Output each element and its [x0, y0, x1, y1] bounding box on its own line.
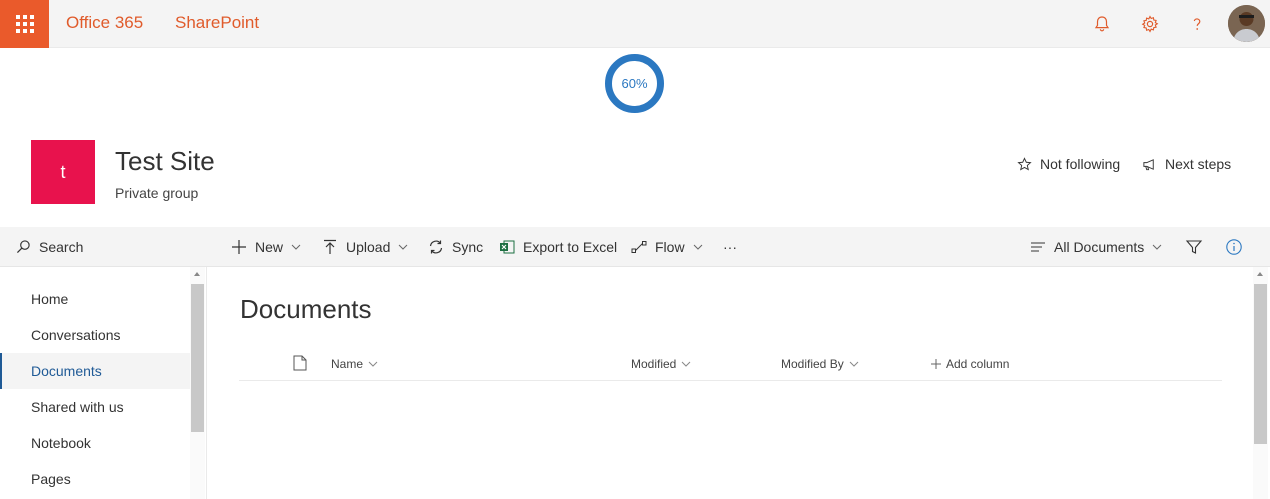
library-title: Documents	[240, 294, 372, 324]
flow-button[interactable]: Flow	[631, 227, 703, 267]
office365-link[interactable]: Office 365	[66, 13, 143, 33]
plus-icon	[931, 359, 941, 369]
view-switcher[interactable]: All Documents	[1030, 227, 1162, 267]
search-icon	[16, 240, 30, 254]
column-modified-by-label: Modified By	[781, 357, 844, 371]
chevron-down-icon	[1152, 244, 1162, 250]
command-bar: New Upload Sync Export to Excel Flow ···…	[207, 227, 1270, 267]
export-to-excel-button[interactable]: Export to Excel	[499, 227, 617, 267]
new-label: New	[255, 239, 284, 255]
excel-icon	[500, 240, 515, 254]
flow-label: Flow	[655, 239, 685, 255]
chevron-down-icon	[291, 244, 301, 250]
nav-item-shared-with-us[interactable]: Shared with us	[0, 389, 190, 425]
info-icon[interactable]	[1225, 238, 1243, 256]
chevron-down-icon	[849, 361, 859, 367]
column-modified-label: Modified	[631, 357, 677, 371]
search-placeholder: Search	[39, 238, 84, 255]
chevron-down-icon	[682, 361, 691, 367]
settings-button[interactable]	[1136, 10, 1164, 38]
more-label: ···	[723, 239, 737, 255]
flow-icon	[631, 241, 647, 253]
chevron-down-icon	[399, 244, 408, 250]
upload-icon	[324, 239, 336, 254]
new-button[interactable]: New	[231, 227, 301, 267]
scroll-up-icon[interactable]	[194, 272, 200, 276]
nav-item-documents[interactable]: Documents	[0, 353, 190, 389]
scrollbar-thumb[interactable]	[1254, 284, 1267, 444]
add-column-button[interactable]: Add column	[931, 357, 1009, 371]
site-subtitle: Private group	[115, 185, 199, 201]
user-photo-icon	[1228, 5, 1265, 42]
filter-icon[interactable]	[1185, 238, 1203, 256]
nav-item-pages[interactable]: Pages	[0, 461, 190, 497]
chevron-down-icon	[368, 361, 378, 367]
help-icon	[1193, 18, 1201, 30]
upload-label: Upload	[346, 239, 391, 255]
next-steps-label: Next steps	[1165, 156, 1232, 172]
sync-button[interactable]: Sync	[428, 227, 483, 267]
view-label: All Documents	[1054, 239, 1145, 255]
scrollbar-thumb[interactable]	[191, 284, 204, 432]
megaphone-icon	[1143, 158, 1154, 170]
file-type-icon[interactable]	[293, 355, 307, 371]
column-modified-by[interactable]: Modified By	[781, 357, 859, 371]
upload-button[interactable]: Upload	[322, 227, 408, 267]
export-label: Export to Excel	[523, 239, 618, 255]
nav-item-conversations[interactable]: Conversations	[0, 317, 190, 353]
app-launcher-button[interactable]	[0, 0, 49, 48]
nav-item-notebook[interactable]: Notebook	[0, 425, 190, 461]
search-input[interactable]: Search	[0, 227, 207, 267]
column-name[interactable]: Name	[331, 357, 378, 371]
chevron-down-icon	[693, 244, 702, 250]
waffle-icon	[15, 15, 34, 33]
column-name-label: Name	[331, 357, 364, 371]
bell-icon	[1094, 16, 1110, 32]
add-column-label: Add column	[946, 357, 1010, 371]
progress-indicator: 60%	[604, 53, 665, 114]
follow-button[interactable]: Not following	[1017, 156, 1120, 172]
main-scrollbar[interactable]	[1253, 267, 1268, 499]
plus-icon	[232, 240, 246, 254]
next-steps-button[interactable]: Next steps	[1142, 156, 1231, 172]
site-title[interactable]: Test Site	[115, 146, 215, 177]
help-button[interactable]	[1183, 10, 1211, 38]
nav-item-home[interactable]: Home	[0, 281, 190, 317]
sync-label: Sync	[452, 239, 484, 255]
column-modified[interactable]: Modified	[631, 357, 691, 371]
site-logo[interactable]: t	[31, 140, 95, 204]
sharepoint-link[interactable]: SharePoint	[175, 13, 259, 33]
more-commands-button[interactable]: ···	[723, 227, 737, 267]
avatar[interactable]	[1228, 5, 1265, 42]
gear-icon	[1141, 15, 1159, 33]
nav-scrollbar[interactable]	[190, 267, 205, 499]
follow-label: Not following	[1040, 156, 1121, 172]
star-icon	[1017, 156, 1032, 171]
progress-label: 60%	[621, 76, 648, 91]
column-header-row: Name Modified Modified By Add column	[239, 349, 1222, 381]
suite-bar: Office 365 SharePoint	[0, 0, 1270, 48]
view-lines-icon	[1031, 242, 1045, 252]
nav-list: Home Conversations Documents Shared with…	[0, 281, 190, 497]
left-navigation: Search Home Conversations Documents Shar…	[0, 227, 207, 499]
sync-icon	[429, 240, 443, 254]
scroll-up-icon[interactable]	[1257, 272, 1263, 276]
notifications-button[interactable]	[1088, 10, 1116, 38]
